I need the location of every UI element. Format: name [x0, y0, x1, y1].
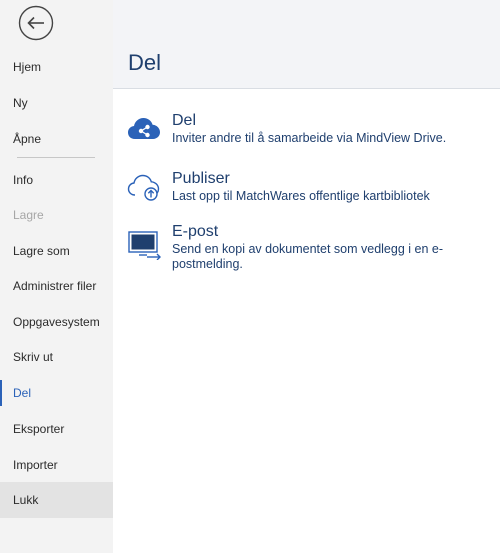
email-option-title: E-post — [172, 223, 219, 240]
nav-item-skriv-ut[interactable]: Skriv ut — [0, 339, 113, 375]
arrow-left-icon — [18, 5, 54, 41]
nav-separator — [17, 157, 95, 158]
nav-item-lagre-som[interactable]: Lagre som — [0, 233, 113, 269]
page-title: Del — [128, 50, 162, 75]
nav-item-info[interactable]: Info — [0, 162, 113, 198]
nav-item-ny[interactable]: Ny — [0, 85, 113, 121]
back-button[interactable] — [18, 5, 54, 41]
nav-item-eksporter[interactable]: Eksporter — [0, 411, 113, 447]
publish-option-title: Publiser — [172, 170, 230, 187]
email-option-description: Send en kopi av dokumentet som vedlegg i… — [172, 242, 444, 271]
share-option-description: Inviter andre til å samarbeide via MindV… — [172, 131, 447, 145]
share-option-title: Del — [172, 112, 197, 129]
publish-option[interactable]: Publiser Last opp til MatchWares offentl… — [113, 170, 500, 210]
publish-option-description: Last opp til MatchWares offentlige kartb… — [172, 189, 430, 203]
nav-item-oppgavesystem[interactable]: Oppgavesystem — [0, 304, 113, 340]
email-option[interactable]: E-post Send en kopi av dokumentet som ve… — [113, 223, 500, 275]
nav-item-importer[interactable]: Importer — [0, 447, 113, 483]
cloud-upload-icon — [127, 172, 163, 202]
share-option[interactable]: Del Inviter andre til å samarbeide via M… — [113, 112, 500, 152]
page-header: Del — [113, 0, 500, 89]
nav-item-lukk[interactable]: Lukk — [0, 482, 113, 518]
nav-item-hjem[interactable]: Hjem — [0, 49, 113, 85]
nav-item-apne[interactable]: Åpne — [0, 121, 113, 157]
nav-item-administrer-filer[interactable]: Administrer filer — [0, 268, 113, 304]
email-monitor-icon — [127, 230, 163, 261]
backstage-sidebar: Hjem Ny Åpne Info Lagre Lagre som Admini… — [0, 0, 113, 553]
cloud-share-icon — [127, 114, 163, 144]
nav-item-del[interactable]: Del — [0, 375, 113, 411]
nav-item-lagre[interactable]: Lagre — [0, 197, 113, 233]
